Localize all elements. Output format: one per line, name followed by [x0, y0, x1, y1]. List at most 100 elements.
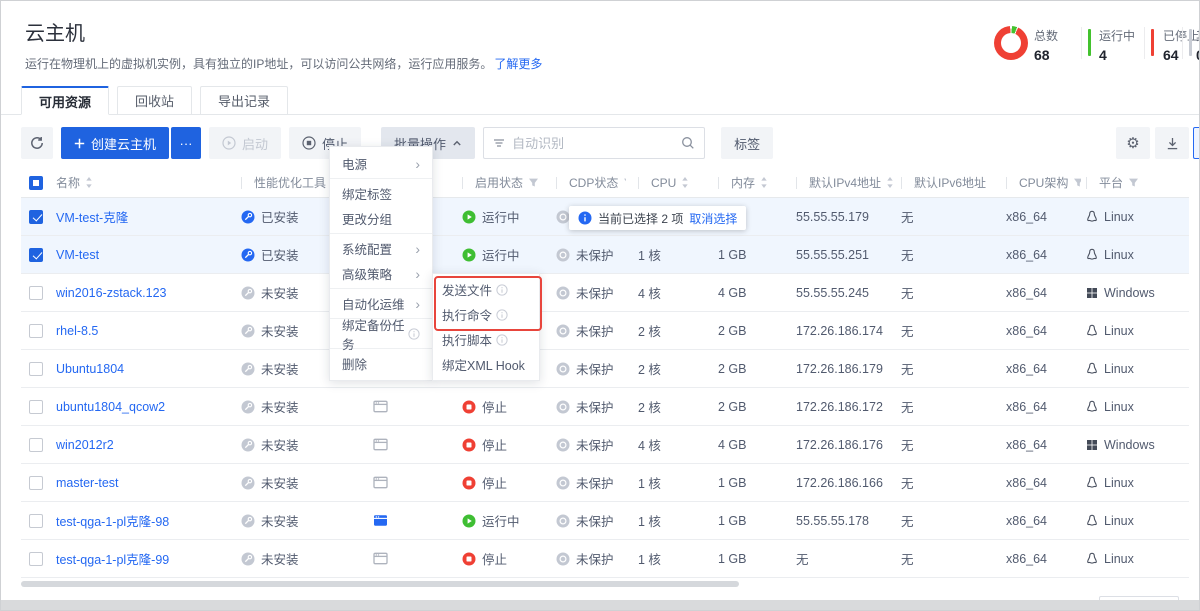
learn-more-link[interactable]: 了解更多	[494, 57, 542, 71]
submenu-item-执行脚本[interactable]: 执行脚本	[433, 327, 539, 352]
vm-name-link[interactable]: master-test	[56, 476, 119, 490]
vm-name-link[interactable]: test-qga-1-pl克隆-98	[56, 511, 169, 530]
submenu-item-执行命令[interactable]: 执行命令	[433, 302, 539, 327]
menu-item-电源[interactable]: 电源›	[330, 151, 432, 176]
vm-name-link[interactable]: win2016-zstack.123	[56, 286, 166, 300]
ipv6-value: 无	[901, 397, 914, 416]
toolbar: 创建云主机 ··· 启动 停止 批量操作 标签 ⚙	[21, 127, 1189, 159]
start-button[interactable]: 启动	[209, 127, 281, 159]
row-checkbox[interactable]	[29, 400, 43, 414]
column-header-内存[interactable]: 内存	[706, 174, 791, 191]
status-cell: 停止	[446, 397, 551, 416]
search-icon[interactable]	[681, 136, 695, 150]
select-all-checkbox[interactable]	[29, 176, 43, 190]
row-checkbox[interactable]	[29, 324, 43, 338]
column-header-CPU[interactable]: CPU	[626, 176, 706, 190]
cdp-cell: 未保护	[551, 511, 626, 530]
gear-icon: ⚙	[1126, 136, 1139, 151]
row-checkbox[interactable]	[29, 286, 43, 300]
row-checkbox[interactable]	[29, 476, 43, 490]
settings-button[interactable]: ⚙	[1116, 127, 1150, 159]
menu-item-绑定备份任务[interactable]: 绑定备份任务	[330, 321, 432, 346]
column-header-checkbox[interactable]	[21, 176, 56, 190]
column-header-平台[interactable]: 平台	[1081, 174, 1186, 191]
cpu-value: 1 核	[638, 473, 661, 492]
cdp-shield-icon	[556, 324, 570, 338]
horizontal-scrollbar[interactable]	[21, 581, 739, 587]
console-icon[interactable]	[373, 476, 388, 489]
memory-cell: 2 GB	[706, 324, 791, 338]
tag-button[interactable]: 标签	[721, 127, 773, 159]
more-actions-button[interactable]: ···	[171, 127, 201, 159]
column-header-CDP状态[interactable]: CDP状态	[551, 174, 626, 191]
column-header-label: 平台	[1099, 174, 1123, 191]
menu-item-高级策略[interactable]: 高级策略›	[330, 261, 432, 286]
console-icon[interactable]	[373, 400, 388, 413]
console-icon[interactable]	[373, 552, 388, 565]
column-header-默认IPv4地址[interactable]: 默认IPv4地址	[791, 174, 896, 191]
console-active-icon[interactable]	[373, 514, 388, 527]
cdp-label: 未保护	[576, 511, 614, 530]
view-toggle-button[interactable]	[1193, 127, 1199, 159]
platform-label: Linux	[1104, 324, 1134, 338]
vm-table: 名称性能优化工具启用状态CDP状态CPU内存默认IPv4地址默认IPv6地址CP…	[21, 168, 1189, 587]
tool-status-cell: 未安装	[241, 511, 361, 530]
vm-name-cell: test-qga-1-pl克隆-98	[56, 511, 241, 530]
submenu-item-发送文件[interactable]: 发送文件	[433, 277, 539, 302]
row-checkbox[interactable]	[29, 210, 43, 224]
stat-divider	[1182, 27, 1183, 59]
submenu-item-label: 执行脚本	[442, 330, 492, 349]
refresh-button[interactable]	[21, 127, 53, 159]
menu-divider	[330, 233, 432, 234]
column-header-启用状态[interactable]: 启用状态	[446, 174, 551, 191]
table-row: rhel-8.5未安装未保护2 核2 GB172.26.186.174无x86_…	[21, 312, 1189, 350]
vm-name-link[interactable]: VM-test	[56, 248, 99, 262]
menu-item-label: 自动化运维	[342, 294, 405, 313]
row-checkbox[interactable]	[29, 552, 43, 566]
menu-item-系统配置[interactable]: 系统配置›	[330, 236, 432, 261]
cpu-arch-value: x86_64	[1006, 514, 1047, 528]
column-header-名称[interactable]: 名称	[56, 174, 241, 191]
stat-divider	[1144, 27, 1145, 59]
tab-回收站[interactable]: 回收站	[117, 86, 192, 115]
status-label: 停止	[482, 473, 507, 492]
vm-name-link[interactable]: Ubuntu1804	[56, 362, 124, 376]
tab-可用资源[interactable]: 可用资源	[21, 86, 109, 115]
memory-cell: 4 GB	[706, 438, 791, 452]
tool-not-installed-icon	[241, 324, 255, 338]
search-input[interactable]	[512, 136, 674, 151]
cpu-value: 1 核	[638, 511, 661, 530]
tab-导出记录[interactable]: 导出记录	[200, 86, 288, 115]
vm-name-link[interactable]: VM-test-克隆	[56, 207, 128, 226]
row-checkbox[interactable]	[29, 248, 43, 262]
submenu-item-绑定XML Hook[interactable]: 绑定XML Hook	[433, 352, 539, 377]
create-vm-label: 创建云主机	[91, 134, 156, 153]
console-icon[interactable]	[373, 438, 388, 451]
clear-selection-link[interactable]: 取消选择	[689, 210, 737, 227]
row-checkbox[interactable]	[29, 362, 43, 376]
vm-name-link[interactable]: ubuntu1804_qcow2	[56, 400, 165, 414]
cpu-arch-value: x86_64	[1006, 248, 1047, 262]
tool-status-cell: 未安装	[241, 397, 361, 416]
vm-name-link[interactable]: rhel-8.5	[56, 324, 98, 338]
create-vm-button[interactable]: 创建云主机	[61, 127, 169, 159]
export-button[interactable]	[1155, 127, 1189, 159]
menu-item-更改分组[interactable]: 更改分组	[330, 206, 432, 231]
status-label: 运行中	[482, 245, 520, 264]
row-checkbox[interactable]	[29, 438, 43, 452]
column-header-CPU架构[interactable]: CPU架构	[1001, 174, 1081, 191]
menu-item-自动化运维[interactable]: 自动化运维›	[330, 291, 432, 316]
row-checkbox[interactable]	[29, 514, 43, 528]
sort-icon	[681, 176, 689, 189]
menu-item-删除[interactable]: 删除	[330, 351, 432, 376]
menu-divider	[330, 178, 432, 179]
platform-label: Windows	[1104, 286, 1155, 300]
vm-name-link[interactable]: win2012r2	[56, 438, 114, 452]
console-cell	[361, 514, 446, 527]
ipv6-cell: 无	[896, 549, 1001, 568]
cdp-shield-icon	[556, 210, 570, 224]
tool-not-installed-icon	[241, 362, 255, 376]
menu-item-绑定标签[interactable]: 绑定标签	[330, 181, 432, 206]
tool-not-installed-icon	[241, 476, 255, 490]
vm-name-link[interactable]: test-qga-1-pl克隆-99	[56, 549, 169, 568]
